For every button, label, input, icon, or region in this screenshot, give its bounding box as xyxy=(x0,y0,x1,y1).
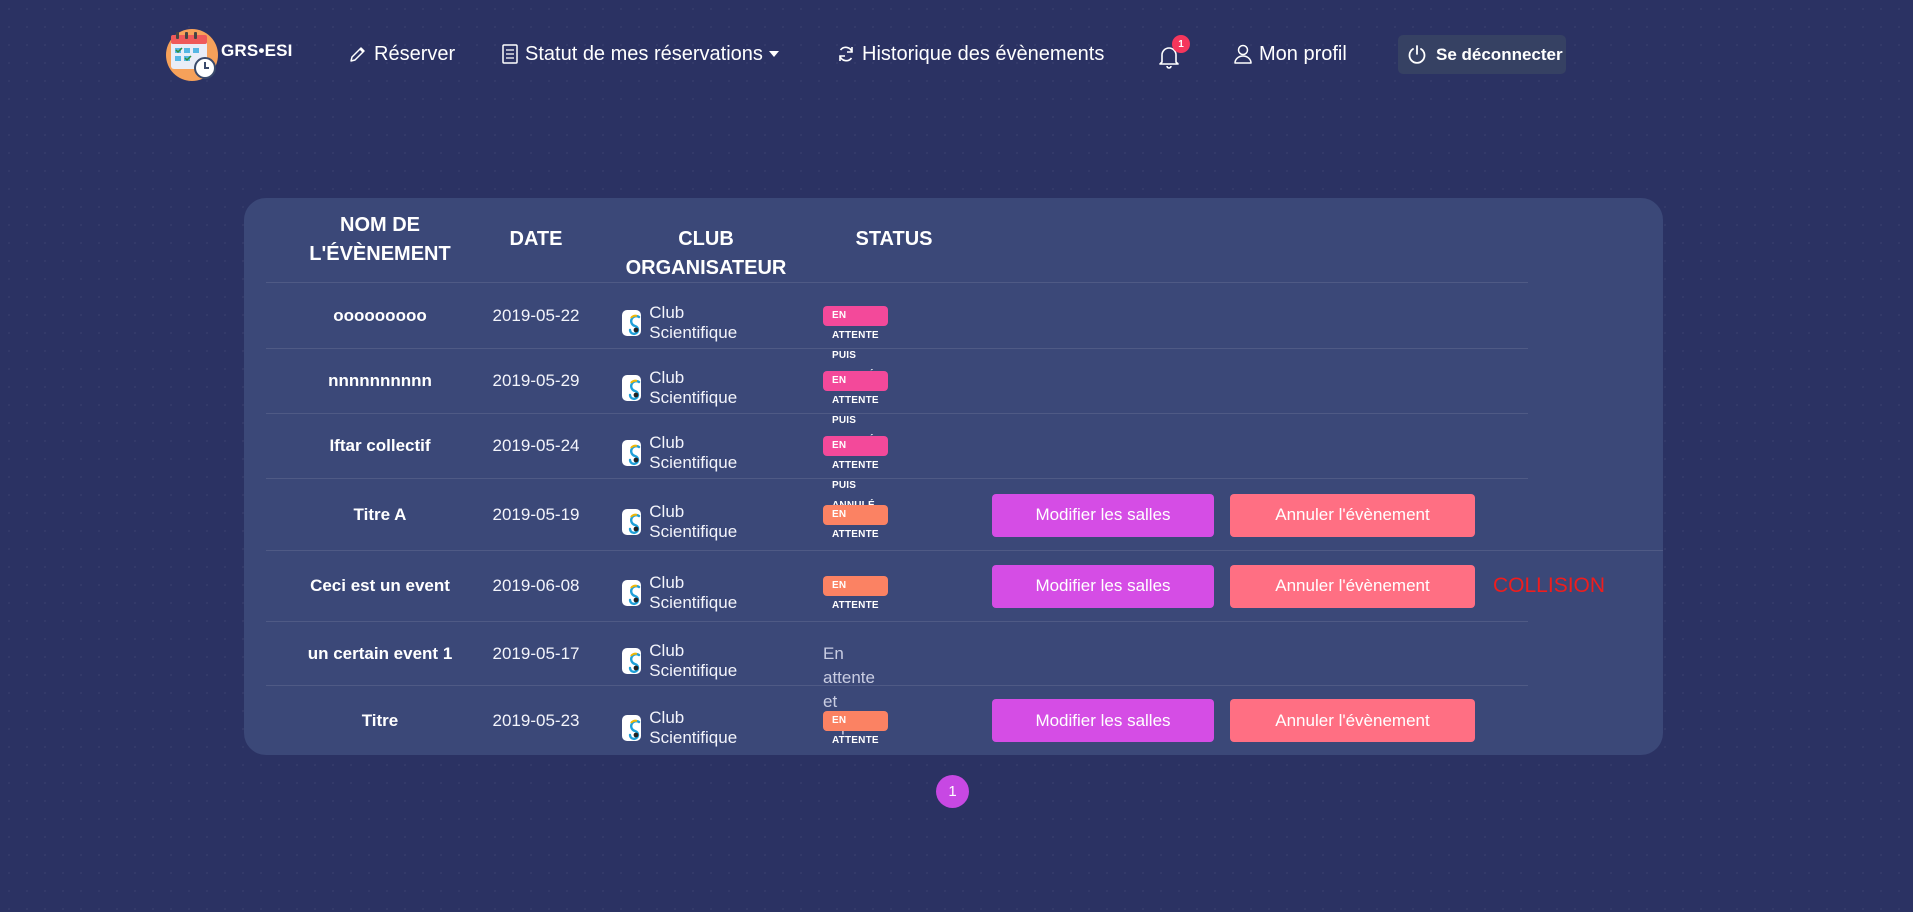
cell-date: 2019-06-08 xyxy=(492,576,580,595)
club-name: Club Scientifique xyxy=(649,303,738,342)
modify-rooms-button[interactable]: Modifier les salles xyxy=(992,564,1214,608)
pencil-icon xyxy=(350,47,365,62)
cancel-event-button[interactable]: Annuler l'évènement xyxy=(1230,493,1475,537)
header-event-name-line2: L'ÉVÈNEMENT xyxy=(309,243,451,265)
cell-event-name: ooooooooo xyxy=(333,306,427,325)
nav-status-dropdown[interactable]: Statut de mes réservations xyxy=(501,40,779,68)
club-name: Club Scientifique xyxy=(649,573,738,612)
status-badge: EN ATTENTE xyxy=(823,710,888,746)
nav-history-label: Historique des évènements xyxy=(862,42,1105,65)
logout-label: Se déconnecter xyxy=(1436,44,1563,64)
notifications-button[interactable]: 1 xyxy=(1157,35,1193,72)
cell-event-name: nnnnnnnnnn xyxy=(328,371,432,390)
cell-date: 2019-05-19 xyxy=(492,505,580,524)
modify-rooms-button[interactable]: Modifier les salles xyxy=(992,699,1214,742)
brand-logo[interactable]: GRS•ESI xyxy=(165,28,293,82)
cell-status: EN ATTENTE xyxy=(823,710,888,748)
cell-event-name: Titre xyxy=(361,710,399,730)
cell-status: EN ATTENTE PUIS ANNULÉ xyxy=(823,436,888,513)
status-badge: EN ATTENTE PUIS ANNULÉ xyxy=(823,371,888,446)
header-status: STATUS xyxy=(855,228,933,250)
status-badge: EN ATTENTE PUIS ANNULÉ xyxy=(823,436,888,511)
club-logo-icon xyxy=(622,375,642,401)
row-divider xyxy=(266,478,1528,479)
header-event-name-line1: NOM DE xyxy=(340,214,420,236)
club-logo-icon xyxy=(622,580,642,606)
cell-club: Club Scientifique xyxy=(622,433,744,473)
calendar-logo-icon xyxy=(165,28,219,82)
user-icon xyxy=(1234,44,1252,64)
logout-button[interactable]: Se déconnecter xyxy=(1398,35,1566,74)
club-logo-icon xyxy=(622,714,642,741)
status-badge: EN ATTENTE xyxy=(823,576,888,611)
reservations-table-card: NOM DE L'ÉVÈNEMENT DATE CLUB ORGANISATEU… xyxy=(244,198,1663,755)
club-name: Club Scientifique xyxy=(649,707,738,747)
header-date: DATE xyxy=(509,228,563,250)
club-logo-icon xyxy=(622,509,642,535)
cell-date: 2019-05-23 xyxy=(492,710,580,730)
cell-event-name: un certain event 1 xyxy=(307,643,453,663)
status-badge: EN ATTENTE xyxy=(823,505,888,540)
modify-rooms-button[interactable]: Modifier les salles xyxy=(992,493,1214,537)
cell-club: Club Scientifique xyxy=(622,573,744,613)
status-badge: EN ATTENTE PUIS ANNULÉ xyxy=(823,306,888,381)
nav-history[interactable]: Historique des évènements xyxy=(836,40,1104,68)
cell-status: EN ATTENTE xyxy=(823,505,888,542)
cell-status: EN ATTENTE xyxy=(823,576,888,613)
brand-name: GRS•ESI xyxy=(221,41,293,60)
cancel-event-button[interactable]: Annuler l'évènement xyxy=(1230,564,1475,608)
club-name: Club Scientifique xyxy=(649,368,738,407)
cell-date: 2019-05-22 xyxy=(492,306,580,325)
row-divider xyxy=(266,621,1528,622)
cell-club: Club Scientifique xyxy=(622,708,744,748)
navbar: GRS•ESI Réserver Statut de mes réservati… xyxy=(0,0,1913,108)
club-name: Club Scientifique xyxy=(649,433,738,472)
collision-warning: COLLISION xyxy=(1493,574,1606,597)
header-club: CLUB ORGANISATEUR xyxy=(625,228,787,279)
header-event-name: NOM DE L'ÉVÈNEMENT xyxy=(266,211,494,269)
cell-event-name: Ceci est un event xyxy=(310,576,450,595)
cell-event-name: Iftar collectif xyxy=(329,436,431,455)
nav-reserve-label: Réserver xyxy=(374,42,456,65)
header-divider xyxy=(266,282,1528,283)
cell-date: 2019-05-24 xyxy=(492,436,580,455)
cell-club: Club Scientifique xyxy=(622,502,744,542)
cell-club: Club Scientifique xyxy=(622,303,744,343)
club-name: Club Scientifique xyxy=(649,640,738,680)
cancel-event-button[interactable]: Annuler l'évènement xyxy=(1230,699,1475,742)
nav-reserve[interactable]: Réserver xyxy=(348,40,455,68)
cell-club: Club Scientifique xyxy=(622,368,744,408)
nav-profile[interactable]: Mon profil xyxy=(1233,40,1347,68)
row-divider xyxy=(266,413,1528,414)
cell-event-name: Titre A xyxy=(353,505,407,524)
notification-count-badge: 1 xyxy=(1172,35,1190,53)
nav-status-label: Statut de mes réservations xyxy=(525,42,763,65)
cell-date: 2019-05-17 xyxy=(492,643,580,663)
club-logo-icon xyxy=(622,440,642,466)
row-divider xyxy=(266,685,1528,686)
refresh-icon xyxy=(839,46,853,62)
club-logo-icon xyxy=(622,310,642,336)
chevron-down-icon xyxy=(768,51,779,57)
club-name: Club Scientifique xyxy=(649,502,738,541)
cell-date: 2019-05-29 xyxy=(492,371,580,390)
club-logo-icon xyxy=(622,647,642,674)
nav-profile-label: Mon profil xyxy=(1259,42,1347,65)
power-icon xyxy=(1408,44,1426,64)
pagination-page-1[interactable]: 1 xyxy=(936,775,969,808)
row-divider xyxy=(266,348,1528,349)
row-divider xyxy=(266,550,1663,551)
cell-club: Club Scientifique xyxy=(622,641,744,681)
document-icon xyxy=(502,44,518,64)
